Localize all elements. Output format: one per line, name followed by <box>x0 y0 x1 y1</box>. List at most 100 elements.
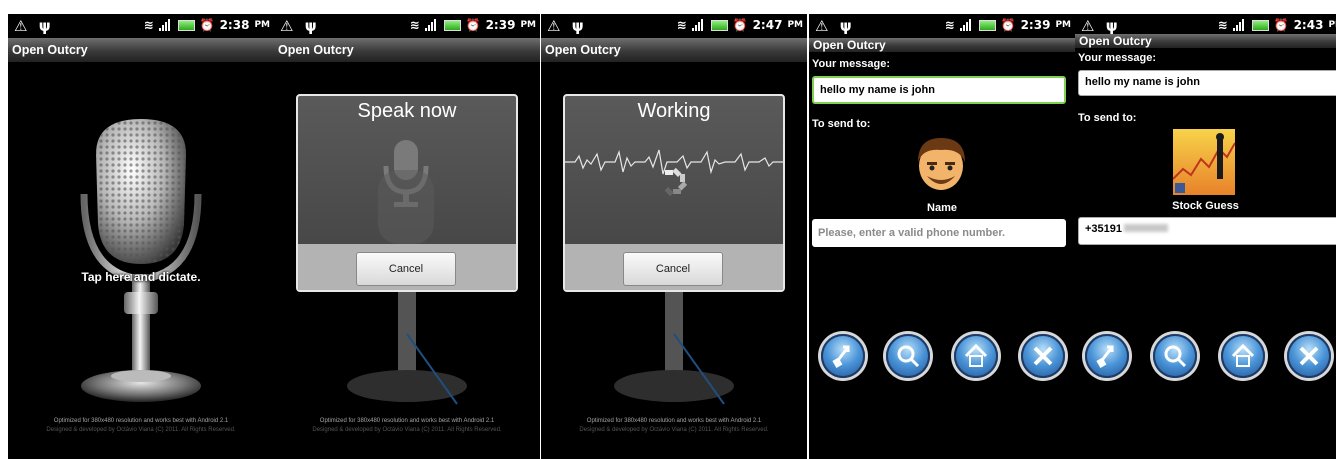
usb-icon: ψ <box>304 17 320 35</box>
signal-icon <box>158 19 173 31</box>
dialog-body <box>565 130 783 244</box>
send-icon <box>1096 345 1114 368</box>
search-contact-button[interactable] <box>1153 334 1197 378</box>
alarm-icon: ⏰ <box>199 18 215 32</box>
message-label: Your message: <box>812 58 891 70</box>
usb-icon: ψ <box>571 17 587 35</box>
contact-avatar[interactable] <box>913 132 969 192</box>
status-bar: ⚠ ψ ≋ ⏰ 2:39 PM <box>274 14 540 38</box>
wifi-icon: ≋ <box>143 18 154 32</box>
send-button[interactable] <box>821 334 865 378</box>
footer-line-credits: Designed & developed by Octávio Viana (C… <box>312 427 502 433</box>
send-to-label: To send to: <box>1078 112 1137 124</box>
phone-input[interactable]: Please, enter a valid phone number. <box>812 219 1066 247</box>
wifi-icon: ≋ <box>944 18 955 32</box>
clock-ampm: PM <box>1055 20 1071 30</box>
app-title: Open Outcry <box>8 38 274 63</box>
battery-icon <box>1251 19 1269 31</box>
battery-icon <box>177 19 195 31</box>
cancel-button[interactable]: Cancel <box>356 252 456 286</box>
clock-ampm: PM <box>254 20 270 30</box>
screen-working: ⚠ ψ ≋ ⏰ 2:47 PM Open Outcry Working Canc… <box>541 14 807 459</box>
dialog-body <box>298 130 516 244</box>
screen-mic-idle: ⚠ ψ ≋ ⏰ 2:38 PM Open Outcry Tap here and … <box>8 14 274 459</box>
alarm-icon: ⏰ <box>1000 18 1016 32</box>
alarm-icon: ⏰ <box>732 18 748 32</box>
alarm-icon: ⏰ <box>1273 18 1289 32</box>
screen-speak-now: ⚠ ψ ≋ ⏰ 2:39 PM Open Outcry Speak now Can… <box>274 14 540 459</box>
phone-input[interactable]: +35191 <box>1078 217 1336 245</box>
voice-dialog: Working Cancel <box>563 94 785 292</box>
status-bar: ⚠ ψ ≋ ⏰ 2:39 PM <box>809 14 1075 38</box>
footer-line-optimized: Optimized for 380x480 resolution and wor… <box>586 418 762 424</box>
clock-time: 2:43 <box>1293 18 1324 32</box>
status-right: ≋ ⏰ 2:43 PM <box>1218 18 1336 32</box>
footer-line-credits: Designed & developed by Octávio Viana (C… <box>46 427 236 433</box>
status-right: ≋ ⏰ 2:47 PM <box>677 18 803 32</box>
send-icon <box>832 345 850 368</box>
app-title: Open Outcry <box>1075 34 1336 49</box>
home-button[interactable] <box>954 334 998 378</box>
contact-avatar[interactable] <box>1173 129 1235 195</box>
clock-time: 2:39 <box>485 18 516 32</box>
footer-line-optimized: Optimized for 380x480 resolution and wor… <box>53 418 229 424</box>
signal-icon <box>691 19 706 31</box>
tap-to-dictate-label[interactable]: Tap here and dictate. <box>8 270 274 284</box>
send-button[interactable] <box>1085 334 1129 378</box>
status-left-icons: ⚠ ψ <box>1081 17 1121 35</box>
loading-spinner-icon <box>664 167 688 197</box>
search-icon <box>1164 345 1187 368</box>
clock-time: 2:38 <box>219 18 250 32</box>
close-icon <box>1033 346 1053 366</box>
clock-ampm: PM <box>787 20 803 30</box>
battery-icon <box>443 19 461 31</box>
message-input[interactable]: hello my name is john <box>812 76 1066 104</box>
close-button[interactable] <box>1021 334 1065 378</box>
contact-name: Name <box>927 202 957 214</box>
voice-dialog: Speak now Cancel <box>296 94 518 292</box>
warning-icon: ⚠ <box>1081 17 1098 35</box>
home-icon <box>964 343 988 367</box>
app-title: Open Outcry <box>809 38 1075 53</box>
warning-icon: ⚠ <box>547 17 564 35</box>
status-bar: ⚠ ψ ≋ ⏰ 2:38 PM <box>8 14 274 38</box>
phone-redacted <box>1124 224 1169 232</box>
app-title: Open Outcry <box>274 38 540 63</box>
status-right: ≋ ⏰ 2:38 PM <box>144 18 270 32</box>
status-left-icons: ⚠ ψ <box>280 17 320 35</box>
status-left-icons: ⚠ ψ <box>14 17 54 35</box>
status-bar: ⚠ ψ ≋ ⏰ 2:47 PM <box>541 14 807 38</box>
signal-icon <box>424 19 439 31</box>
dialog-button-bar: Cancel <box>298 244 516 290</box>
dialog-title: Working <box>637 100 711 122</box>
search-icon <box>897 345 920 368</box>
clock-ampm: PM <box>1328 20 1336 30</box>
close-button[interactable] <box>1287 334 1331 378</box>
dialog-button-bar: Cancel <box>565 244 783 290</box>
clock-time: 2:47 <box>752 18 783 32</box>
status-left-icons: ⚠ ψ <box>547 17 587 35</box>
close-icon <box>1299 346 1319 366</box>
battery-icon <box>978 19 996 31</box>
usb-icon: ψ <box>839 17 855 35</box>
usb-icon: ψ <box>38 17 54 35</box>
footer: Optimized for 380x480 resolution and wor… <box>541 417 807 435</box>
search-contact-button[interactable] <box>886 334 930 378</box>
cancel-button[interactable]: Cancel <box>623 252 723 286</box>
message-input[interactable]: hello my name is john <box>1078 70 1336 96</box>
message-label: Your message: <box>1078 52 1157 64</box>
warning-icon: ⚠ <box>280 17 297 35</box>
home-button[interactable] <box>1221 334 1265 378</box>
send-to-label: To send to: <box>812 118 871 130</box>
microphone-button[interactable] <box>56 114 226 414</box>
phone-value: +35191 <box>1085 223 1123 235</box>
app-title: Open Outcry <box>541 38 807 63</box>
status-right: ≋ ⏰ 2:39 PM <box>945 18 1071 32</box>
clock-time: 2:39 <box>1020 18 1051 32</box>
home-icon <box>1231 343 1255 367</box>
alarm-icon: ⏰ <box>465 18 481 32</box>
waveform-icon <box>565 149 783 197</box>
warning-icon: ⚠ <box>14 17 31 35</box>
footer: Optimized for 380x480 resolution and wor… <box>274 417 540 435</box>
footer-line-optimized: Optimized for 380x480 resolution and wor… <box>319 418 495 424</box>
